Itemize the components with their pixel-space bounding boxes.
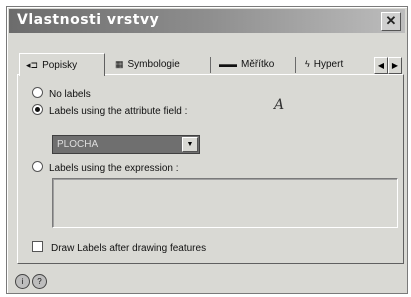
attribute-field-value: PLOCHA (57, 139, 99, 150)
tab-scroll-left-button[interactable]: ◀ (374, 57, 388, 74)
close-button[interactable]: ✕ (381, 12, 401, 31)
no-labels-radio[interactable] (32, 87, 43, 98)
attribute-field-radio[interactable] (32, 104, 43, 115)
tab-separator (210, 57, 211, 73)
tab-popisky[interactable]: ◂⊐ Popisky (19, 53, 105, 76)
tab-scroll-right-button[interactable]: ▶ (388, 57, 402, 74)
window-title: Vlastnosti vrstvy (17, 12, 160, 28)
no-labels-option[interactable]: No labels (32, 87, 91, 101)
chevron-down-icon[interactable]: ▼ (182, 137, 198, 152)
draw-after-checkbox[interactable] (32, 241, 43, 252)
footer-icons: i? (15, 271, 49, 289)
info-icon[interactable]: i (15, 274, 30, 289)
tab-label: Popisky (42, 60, 78, 71)
tab-meritko[interactable]: ▬▬ Měřítko (213, 55, 293, 74)
tab-label: Měřítko (241, 59, 275, 70)
attribute-field-text: Labels using the attribute field : (49, 106, 188, 117)
attribute-field-select[interactable]: PLOCHA ▼ (52, 135, 200, 154)
layer-properties-dialog: Vlastnosti vrstvy ✕ ◂⊐ Popisky ▦ Symbologi… (6, 6, 408, 294)
tab-label: Hypert (313, 59, 344, 70)
lightning-icon: ϟ (305, 59, 310, 69)
tag-icon: ◂⊐ (26, 60, 39, 70)
title-bar: Vlastnosti vrstvy ✕ (9, 9, 405, 33)
scale-icon: ▬▬ (219, 59, 237, 69)
no-labels-text: No labels (49, 89, 91, 100)
draw-after-text: Draw Labels after drawing features (51, 243, 207, 254)
tab-hypertext[interactable]: ϟ Hypert (299, 55, 369, 74)
tab-strip: ◂⊐ Popisky ▦ Symbologie ▬▬ Měřítko ϟ Hypert … (17, 53, 402, 76)
tab-symbologie[interactable]: ▦ Symbologie (109, 55, 209, 74)
attribute-field-option[interactable]: Labels using the attribute field : (32, 104, 187, 118)
draw-after-option[interactable]: Draw Labels after drawing features (32, 241, 206, 255)
table-icon: ▦ (115, 59, 124, 69)
help-icon[interactable]: ? (32, 274, 47, 289)
expression-input[interactable] (52, 178, 398, 228)
labels-panel: No labels Labels using the attribute fie… (17, 74, 404, 264)
annotation-letter: A (274, 97, 285, 113)
tab-separator (295, 57, 296, 73)
expression-option[interactable]: Labels using the expression : (32, 161, 179, 175)
expression-text: Labels using the expression : (49, 163, 179, 174)
tab-label: Symbologie (127, 59, 180, 70)
expression-radio[interactable] (32, 161, 43, 172)
